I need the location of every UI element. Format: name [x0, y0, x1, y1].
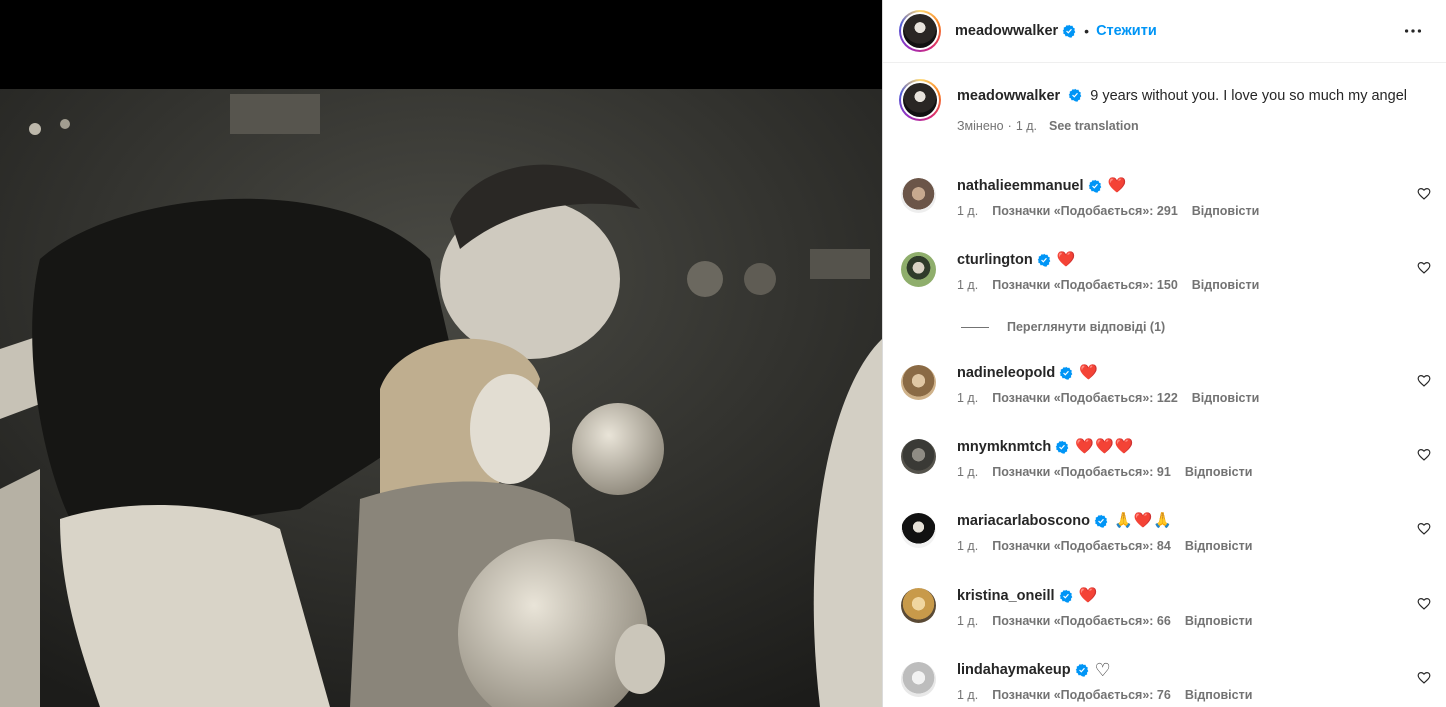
commenter-avatar[interactable]	[901, 178, 936, 213]
comment-likes[interactable]: Позначки «Подобається»: 66	[992, 614, 1171, 628]
comment-text: ❤️❤️❤️	[1075, 438, 1135, 455]
comment-item: lindahaymakeup ♡ 1 д. Позначки «Подобаєтьс…	[899, 660, 1431, 707]
comment-text: ❤️	[1056, 251, 1077, 268]
commenter-avatar[interactable]	[901, 513, 936, 548]
comment-username[interactable]: nathalieemmanuel	[957, 176, 1084, 196]
comment-text: 🙏❤️🙏	[1113, 512, 1174, 529]
comment-username[interactable]: kristina_oneill	[957, 586, 1055, 606]
header-separator: •	[1084, 23, 1090, 39]
comment-username[interactable]: lindahaymakeup	[957, 660, 1071, 680]
comment-item: nadineleopold ❤️ 1 д. Позначки «Подобаєтьс…	[899, 363, 1431, 423]
reply-button[interactable]: Відповісти	[1192, 204, 1260, 218]
author-avatar[interactable]	[899, 10, 941, 52]
comment-time: 1 д.	[957, 465, 979, 479]
verified-badge-icon	[1094, 514, 1108, 528]
reply-button[interactable]: Відповісти	[1185, 688, 1253, 702]
comment-text: ♡	[1094, 660, 1112, 680]
post-caption: meadowwalker 9 years without you. I love…	[899, 79, 1419, 136]
replies-divider	[961, 326, 989, 328]
comment-item: nathalieemmanuel ❤️ 1 д. Позначки «Подобає…	[899, 176, 1431, 236]
commenter-avatar[interactable]	[901, 439, 936, 474]
commenter-avatar[interactable]	[901, 252, 936, 287]
heart-outline-icon[interactable]	[1417, 261, 1431, 275]
caption-avatar[interactable]	[899, 79, 941, 121]
heart-outline-icon[interactable]	[1417, 448, 1431, 462]
commenter-avatar[interactable]	[901, 588, 936, 623]
heart-outline-icon[interactable]	[1417, 522, 1431, 536]
follow-button[interactable]: Стежити	[1096, 23, 1157, 39]
comment-likes[interactable]: Позначки «Подобається»: 91	[992, 465, 1171, 479]
comment-likes[interactable]: Позначки «Подобається»: 291	[992, 204, 1178, 218]
comment-username[interactable]: nadineleopold	[957, 363, 1055, 383]
reply-button[interactable]: Відповісти	[1185, 539, 1253, 553]
reply-button[interactable]: Відповісти	[1185, 614, 1253, 628]
heart-outline-icon[interactable]	[1417, 374, 1431, 388]
view-replies-button[interactable]: Переглянути відповіді (1)	[961, 320, 1165, 334]
comment-item: cturlington ❤️ 1 д. Позначки «Подобається»…	[899, 250, 1431, 310]
comment-username[interactable]: cturlington	[957, 250, 1033, 270]
author-username[interactable]: meadowwalker	[955, 23, 1058, 39]
comment-time: 1 д.	[957, 204, 979, 218]
comment-time: 1 д.	[957, 539, 979, 553]
see-translation-button[interactable]: See translation	[1049, 116, 1139, 136]
comment-likes[interactable]: Позначки «Подобається»: 76	[992, 688, 1171, 702]
verified-badge-icon	[1075, 663, 1088, 677]
post-photo	[0, 89, 882, 707]
comment-text: ❤️	[1079, 364, 1099, 381]
heart-outline-icon[interactable]	[1417, 187, 1431, 201]
heart-outline-icon[interactable]	[1417, 671, 1431, 685]
verified-badge-icon	[1062, 24, 1076, 38]
verified-badge-icon	[1068, 88, 1082, 102]
comment-time: 1 д.	[957, 688, 979, 702]
comment-text: ❤️	[1107, 177, 1128, 194]
view-replies-label: Переглянути відповіді (1)	[1007, 320, 1166, 334]
comment-item: mnymknmtch ❤️❤️❤️ 1 д. Позначки «Подобаєть…	[899, 437, 1431, 497]
heart-outline-icon[interactable]	[1417, 597, 1431, 611]
post-media[interactable]	[0, 0, 882, 707]
comment-likes[interactable]: Позначки «Подобається»: 150	[992, 278, 1178, 292]
verified-badge-icon	[1055, 440, 1069, 454]
comment-username[interactable]: mnymknmtch	[957, 437, 1051, 457]
comment-time: 1 д.	[957, 278, 979, 292]
verified-badge-icon	[1059, 589, 1072, 603]
caption-username[interactable]: meadowwalker	[957, 88, 1060, 104]
comment-likes[interactable]: Позначки «Подобається»: 84	[992, 539, 1171, 553]
comment-likes[interactable]: Позначки «Подобається»: 122	[992, 391, 1178, 405]
reply-button[interactable]: Відповісти	[1185, 465, 1253, 479]
post-side-panel: meadowwalker • Стежити meadowwalker 9 ye…	[882, 0, 1446, 707]
commenter-avatar[interactable]	[901, 365, 936, 400]
reply-button[interactable]: Відповісти	[1192, 391, 1260, 405]
commenter-avatar[interactable]	[901, 662, 936, 697]
reply-button[interactable]: Відповісти	[1192, 278, 1260, 292]
more-horizontal-icon[interactable]	[1402, 20, 1424, 42]
verified-badge-icon	[1059, 366, 1073, 380]
verified-badge-icon	[1088, 179, 1101, 193]
comment-username[interactable]: mariacarlaboscono	[957, 511, 1090, 531]
comment-item: mariacarlaboscono 🙏❤️🙏 1 д. Позначки «Подо…	[899, 511, 1431, 571]
post-header: meadowwalker • Стежити	[883, 0, 1446, 63]
caption-text: 9 years without you. I love you so much …	[1090, 88, 1407, 104]
verified-badge-icon	[1037, 253, 1051, 267]
comment-time: 1 д.	[957, 614, 979, 628]
comment-item: kristina_oneill ❤️ 1 д. Позначки «Подобаєт…	[899, 586, 1431, 646]
comment-text: ❤️	[1078, 587, 1099, 604]
edited-label: Змінено	[957, 119, 1004, 133]
post-time: 1 д.	[1015, 119, 1038, 133]
comment-time: 1 д.	[957, 391, 979, 405]
time-separator: ·	[1007, 119, 1012, 133]
